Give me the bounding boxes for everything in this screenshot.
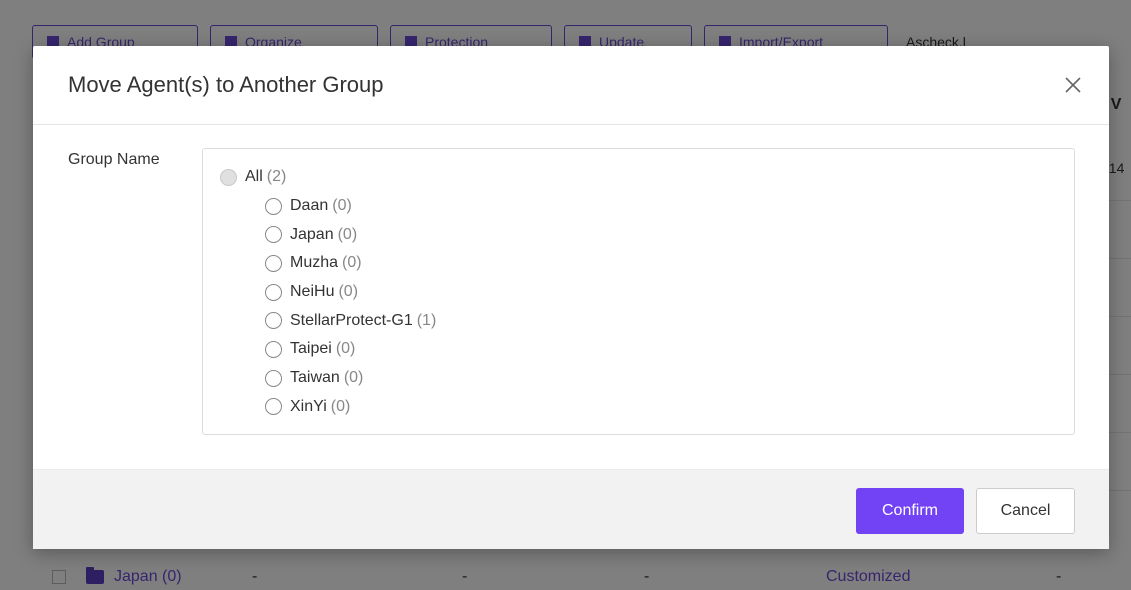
group-option-count: (0): [343, 369, 364, 387]
move-agent-dialog: Move Agent(s) to Another Group Group Nam…: [33, 46, 1109, 549]
group-option-daan[interactable]: Daan (0): [203, 192, 1074, 221]
group-option-name[interactable]: StellarProtect-G1: [290, 312, 413, 330]
group-option-count: (2): [266, 168, 287, 186]
group-option-stellarprotect-g1[interactable]: StellarProtect-G1 (1): [203, 306, 1074, 335]
dialog-footer: Confirm Cancel: [33, 469, 1109, 549]
radio-button[interactable]: [265, 398, 282, 416]
group-option-count: (0): [332, 197, 352, 215]
group-option-neihu[interactable]: NeiHu (0): [203, 278, 1074, 307]
group-option-name[interactable]: Taiwan: [290, 369, 340, 387]
radio-button[interactable]: [265, 369, 282, 387]
group-option-taiwan[interactable]: Taiwan (0): [203, 364, 1074, 393]
group-tree: All (2) Daan (0) Japan (0) Muzha (0) Nei…: [202, 148, 1075, 435]
group-option-name[interactable]: NeiHu: [290, 283, 334, 301]
radio-button[interactable]: [265, 197, 282, 215]
group-option-count: (0): [338, 283, 359, 301]
radio-all: [220, 168, 237, 186]
group-option-taipei[interactable]: Taipei (0): [203, 335, 1074, 364]
dialog-title: Move Agent(s) to Another Group: [68, 72, 384, 97]
group-option-name[interactable]: Daan: [290, 197, 328, 215]
group-option-count: (1): [416, 311, 437, 329]
group-option-name[interactable]: Muzha: [290, 254, 338, 272]
close-icon: [1065, 77, 1081, 93]
close-button[interactable]: [1061, 73, 1085, 97]
group-option-name: All: [245, 168, 263, 186]
radio-button[interactable]: [265, 340, 282, 358]
group-option-name[interactable]: XinYi: [290, 398, 327, 416]
group-option-count: (0): [330, 397, 351, 415]
group-option-muzha[interactable]: Muzha (0): [203, 249, 1074, 278]
group-option-all: All (2): [203, 163, 1074, 192]
confirm-button[interactable]: Confirm: [856, 488, 964, 534]
group-option-count: (0): [337, 225, 358, 243]
dialog-header: Move Agent(s) to Another Group: [33, 46, 1109, 125]
group-option-japan[interactable]: Japan (0): [203, 220, 1074, 249]
group-option-xinyi[interactable]: XinYi (0): [203, 393, 1074, 422]
radio-button[interactable]: [265, 283, 282, 301]
radio-button[interactable]: [265, 226, 282, 244]
group-name-label: Group Name: [68, 151, 160, 168]
cancel-button[interactable]: Cancel: [976, 488, 1075, 534]
group-option-count: (0): [335, 340, 356, 358]
radio-button[interactable]: [265, 312, 282, 330]
group-option-name[interactable]: Japan: [290, 226, 334, 244]
group-option-count: (0): [342, 254, 362, 272]
radio-button[interactable]: [265, 254, 282, 272]
dialog-body: Group Name All (2) Daan (0) Japan (0) Mu…: [33, 125, 1109, 469]
group-option-name[interactable]: Taipei: [290, 340, 332, 358]
